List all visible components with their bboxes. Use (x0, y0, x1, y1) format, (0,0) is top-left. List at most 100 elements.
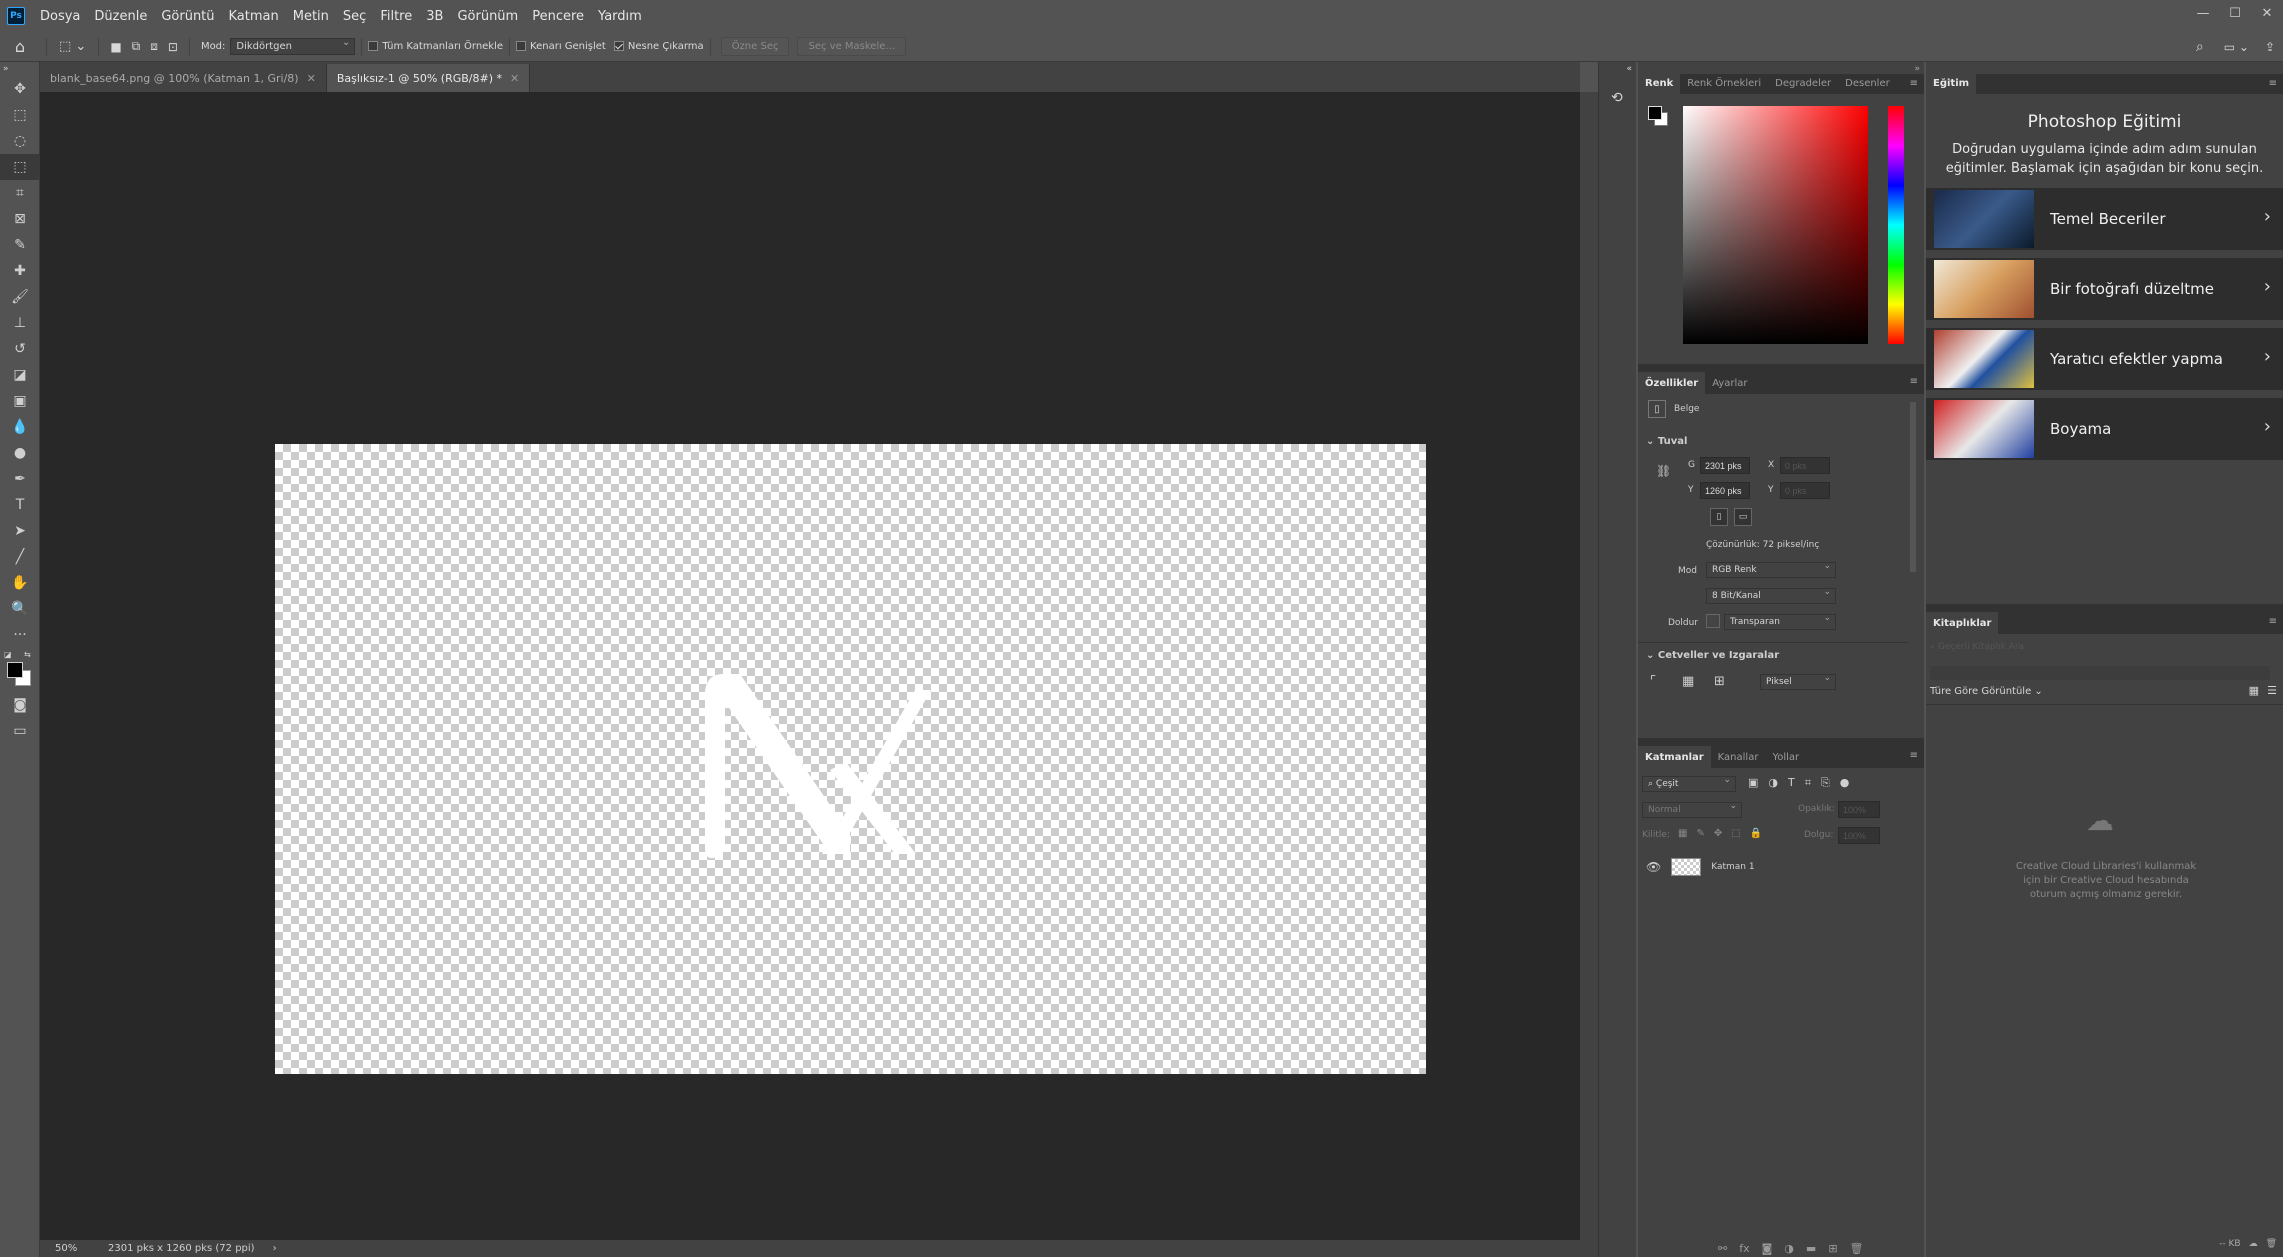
rulers-section[interactable]: ⌄ Cetveller ve Izgaralar (1646, 650, 1779, 661)
vertical-scrollbar[interactable] (1580, 92, 1598, 1240)
grid-view-icon[interactable]: ▦ (2249, 684, 2259, 697)
filter-toggle-icon[interactable]: ● (1840, 776, 1850, 790)
hue-slider[interactable] (1888, 106, 1904, 344)
opacity-field[interactable] (1838, 801, 1880, 818)
quick-mask-icon[interactable]: ◙ (0, 692, 40, 718)
blur-tool-icon[interactable]: 💧 (0, 414, 40, 440)
tab-layers[interactable]: Katmanlar (1638, 746, 1711, 768)
clone-stamp-tool-icon[interactable]: ⊥ (0, 310, 40, 336)
color-swatches[interactable]: ◪ ⇆ (0, 648, 39, 692)
close-tab-icon[interactable]: ✕ (510, 72, 519, 85)
tab-adjustments[interactable]: Ayarlar (1705, 372, 1754, 394)
canvas-section[interactable]: ⌄ Tuval (1646, 436, 1687, 447)
library-select[interactable] (1930, 666, 2270, 680)
tab-properties[interactable]: Özellikler (1638, 372, 1706, 394)
panel-menu-icon[interactable]: ≡ (1910, 376, 1918, 387)
fx-icon[interactable]: fx (1739, 1242, 1749, 1255)
tool-preset-icon[interactable]: ⬚ ⌄ (59, 39, 86, 54)
library-search[interactable]: ⌕ Geçerli Kitaplık Ara (1930, 642, 2270, 660)
tutorial-basic-skills[interactable]: Temel Beceriler › (1926, 188, 2283, 250)
fill-swatch[interactable] (1706, 614, 1720, 628)
lock-all-icon[interactable]: 🔒 (1750, 828, 1762, 839)
properties-scrollbar[interactable] (1910, 402, 1916, 572)
panel-menu-icon[interactable]: ≡ (1910, 78, 1918, 89)
healing-brush-tool-icon[interactable]: ✚ (0, 258, 40, 284)
link-icon[interactable]: ⛓ (1656, 464, 1671, 478)
canvas[interactable]: NX (275, 444, 1426, 1074)
filter-type-icon[interactable]: T (1788, 776, 1795, 790)
landscape-icon[interactable]: ▭ (1734, 508, 1752, 526)
tab-channels[interactable]: Kanallar (1711, 746, 1766, 768)
tab-libraries[interactable]: Kitaplıklar (1926, 612, 1999, 634)
path-selection-tool-icon[interactable]: ➤ (0, 518, 40, 544)
collapse-toolbar-icon[interactable]: » (0, 62, 40, 76)
collapse-column-icon[interactable]: » (1914, 64, 1920, 74)
home-icon[interactable]: ⌂ (0, 37, 40, 56)
photoshop-logo-icon[interactable]: Ps (7, 7, 25, 25)
minimize-icon[interactable]: — (2187, 0, 2219, 26)
fill-select[interactable]: Transparan (1724, 613, 1836, 630)
tab-color[interactable]: Renk (1638, 72, 1681, 94)
tab-learn[interactable]: Eğitim (1926, 72, 1977, 94)
menu-dosya[interactable]: Dosya (33, 9, 87, 24)
line-tool-icon[interactable]: ╱ (0, 544, 40, 570)
menu-katman[interactable]: Katman (222, 9, 286, 24)
crop-tool-icon[interactable]: ⌗ (0, 180, 40, 206)
panel-menu-icon[interactable]: ≡ (2269, 616, 2277, 627)
menu-sec[interactable]: Seç (336, 9, 373, 24)
add-selection-icon[interactable]: ⧉ (132, 39, 141, 54)
fill-field[interactable] (1838, 827, 1880, 844)
history-panel-icon[interactable]: ⟲ (1611, 90, 1636, 106)
select-mask-button[interactable]: Seç ve Maskele... (797, 37, 906, 56)
tab-swatches[interactable]: Renk Örnekleri (1680, 72, 1768, 94)
menu-3b[interactable]: 3B (419, 9, 450, 24)
eraser-tool-icon[interactable]: ◪ (0, 362, 40, 388)
mode-select[interactable]: Dikdörtgen (230, 37, 356, 55)
default-colors-icon[interactable]: ◪ (4, 650, 12, 659)
maximize-icon[interactable]: ☐ (2219, 0, 2251, 26)
guides-icon[interactable]: ⊞ (1714, 674, 1725, 689)
gradient-tool-icon[interactable]: ▣ (0, 388, 40, 414)
y-field[interactable] (1780, 482, 1830, 499)
menu-metin[interactable]: Metin (286, 9, 336, 24)
enhance-edge-checkbox[interactable]: Kenarı Genişlet (516, 41, 606, 52)
new-selection-icon[interactable]: ■ (110, 40, 121, 54)
zoom-level[interactable]: 50% (55, 1243, 100, 1254)
menu-pencere[interactable]: Pencere (525, 9, 591, 24)
lock-position-icon[interactable]: ✥ (1714, 828, 1722, 839)
screen-mode-icon[interactable]: ▭ (0, 718, 40, 744)
history-brush-tool-icon[interactable]: ↺ (0, 336, 40, 362)
ruler-icon[interactable]: ⌜ (1650, 674, 1656, 689)
menu-filtre[interactable]: Filtre (373, 9, 419, 24)
filter-shape-icon[interactable]: ⌗ (1805, 776, 1811, 790)
cloud-sync-icon[interactable]: ☁ (2249, 1239, 2258, 1249)
menu-duzenle[interactable]: Düzenle (87, 9, 154, 24)
blend-mode-select[interactable]: Normal (1642, 801, 1742, 818)
hand-tool-icon[interactable]: ✋ (0, 570, 40, 596)
foreground-color-swatch[interactable] (7, 662, 23, 678)
tab-patterns[interactable]: Desenler (1838, 72, 1897, 94)
delete-item-icon[interactable]: 🗑 (2266, 1239, 2277, 1249)
status-menu-icon[interactable]: › (273, 1243, 277, 1254)
fg-swatch[interactable] (1648, 106, 1662, 120)
link-layers-icon[interactable]: ⚯ (1718, 1242, 1727, 1255)
menu-yardim[interactable]: Yardım (591, 9, 649, 24)
close-icon[interactable]: ✕ (2251, 0, 2283, 26)
tab-gradients[interactable]: Degradeler (1768, 72, 1838, 94)
color-mode-select[interactable]: RGB Renk (1706, 561, 1836, 578)
eyedropper-tool-icon[interactable]: ✎ (0, 232, 40, 258)
tab-untitled-1[interactable]: Başlıksız-1 @ 50% (RGB/8#) * ✕ (326, 64, 531, 92)
frame-tool-icon[interactable]: ⊠ (0, 206, 40, 232)
intersect-selection-icon[interactable]: ⊡ (168, 40, 178, 54)
layer-row[interactable]: 👁 Katman 1 (1638, 854, 1908, 880)
select-subject-button[interactable]: Özne Seç (720, 37, 790, 56)
height-field[interactable] (1700, 482, 1750, 499)
new-group-icon[interactable]: ▬ (1806, 1242, 1816, 1255)
portrait-icon[interactable]: ▯ (1710, 508, 1728, 526)
x-field[interactable] (1780, 457, 1830, 474)
bit-depth-select[interactable]: 8 Bit/Kanal (1706, 587, 1836, 604)
share-icon[interactable]: ⇪ (2265, 40, 2275, 54)
adjustment-layer-icon[interactable]: ◑ (1784, 1242, 1794, 1255)
move-tool-icon[interactable]: ✥ (0, 76, 40, 102)
object-selection-tool-icon[interactable]: ⬚ (0, 154, 40, 180)
